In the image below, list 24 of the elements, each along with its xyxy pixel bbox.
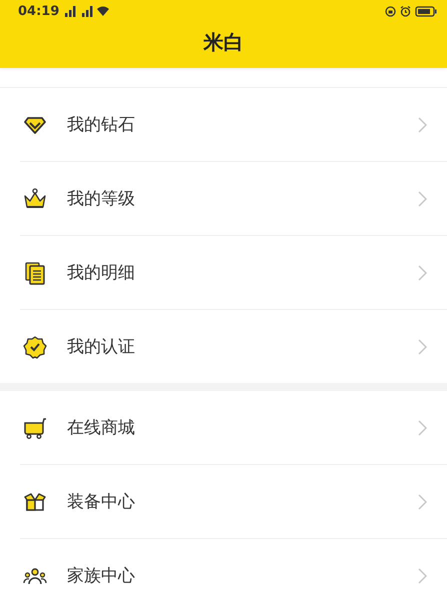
menu-item[interactable]: 我的等级	[20, 162, 447, 236]
chevron-right-icon	[418, 494, 427, 510]
alarm-icon	[400, 6, 411, 16]
document-icon	[23, 260, 47, 284]
status-time: 04:19	[18, 4, 60, 18]
chevron-right-icon	[418, 116, 427, 132]
menu-item[interactable]: 我的认证	[20, 310, 447, 383]
menu-item[interactable]: 家族中心	[20, 539, 447, 600]
chevron-right-icon	[418, 264, 427, 280]
battery-icon	[415, 6, 437, 16]
crown-icon	[23, 186, 47, 210]
menu-item[interactable]: 我的钻石	[20, 88, 447, 162]
menu-item[interactable]: 装备中心	[20, 465, 447, 539]
menu-item[interactable]: 在线商城	[20, 391, 447, 465]
cart-icon	[23, 416, 47, 440]
chevron-right-icon	[418, 420, 427, 436]
chevron-right-icon	[418, 568, 427, 584]
signal-icon	[63, 5, 110, 17]
check-badge-icon	[23, 334, 47, 358]
page-title: 米白	[202, 29, 244, 56]
chevron-right-icon	[418, 190, 427, 206]
menu-item[interactable]: 我的明细	[20, 236, 447, 310]
lock-icon	[385, 6, 396, 16]
chevron-right-icon	[418, 338, 427, 354]
